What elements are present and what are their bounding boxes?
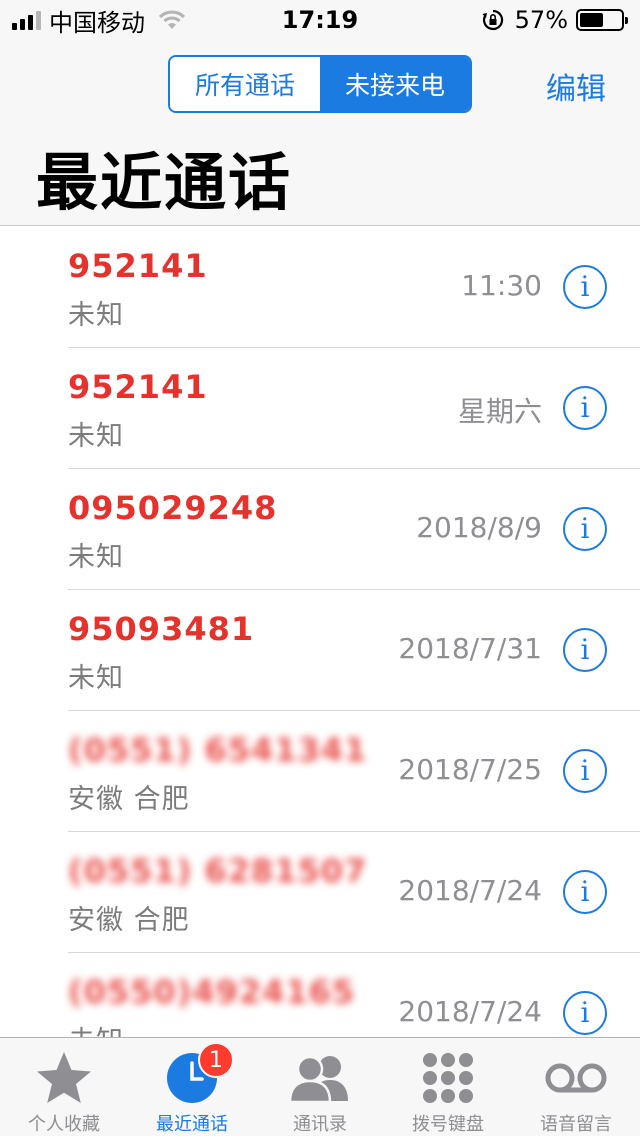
info-icon[interactable]: i — [563, 265, 607, 309]
info-icon[interactable]: i — [563, 870, 607, 914]
call-row[interactable]: 952141 未知 星期六 i — [0, 348, 640, 469]
tab-bar: 个人收藏 1 最近通话 通讯录 拨号键盘 语音留言 — [0, 1037, 640, 1136]
info-icon[interactable]: i — [563, 628, 607, 672]
segment-missed-calls[interactable]: 未接来电 — [320, 57, 470, 111]
call-time: 2018/7/24 — [398, 874, 542, 907]
tab-label: 最近通话 — [156, 1114, 228, 1135]
call-time: 2018/7/24 — [398, 995, 542, 1028]
call-row[interactable]: 952141 未知 11:30 i — [0, 227, 640, 348]
tab-recents[interactable]: 1 最近通话 — [128, 1038, 256, 1136]
call-filter-segmented-control: 所有通话 未接来电 — [168, 55, 472, 113]
call-time: 2018/7/25 — [398, 753, 542, 786]
caller-location: 未知 — [68, 1019, 124, 1037]
call-row[interactable]: 95093481 未知 2018/7/31 i — [0, 590, 640, 711]
call-row[interactable]: (0551) 6281507 安徽 合肥 2018/7/24 i — [0, 832, 640, 953]
info-icon[interactable]: i — [563, 507, 607, 551]
caller-location: 未知 — [68, 542, 124, 573]
recent-calls-list: 952141 未知 11:30 i 952141 未知 星期六 i 095029… — [0, 227, 640, 1037]
caller-number: (0550)4924165 — [68, 973, 356, 1011]
caller-number: (0551) 6541341 — [68, 731, 368, 769]
tab-label: 拨号键盘 — [412, 1114, 484, 1135]
caller-number: 952141 — [68, 247, 208, 285]
caller-location: 未知 — [68, 421, 124, 452]
contacts-icon — [288, 1048, 352, 1108]
status-right: 57% — [481, 6, 628, 34]
info-icon[interactable]: i — [563, 991, 607, 1035]
caller-number: 95093481 — [68, 610, 255, 648]
voicemail-icon — [544, 1048, 608, 1108]
tab-label: 语音留言 — [540, 1114, 612, 1135]
status-bar: 中国移动 17:19 57% — [0, 0, 640, 40]
caller-number: 952141 — [68, 368, 208, 406]
caller-location: 未知 — [68, 300, 124, 331]
battery-percent: 57% — [514, 6, 568, 34]
call-time: 2018/8/9 — [416, 511, 542, 544]
nav-header: 所有通话 未接来电 编辑 最近通话 — [0, 40, 640, 226]
clock-icon: 1 — [160, 1042, 234, 1108]
caller-number: (0551) 6281507 — [68, 852, 368, 890]
call-row[interactable]: (0550)4924165 未知 2018/7/24 i — [0, 953, 640, 1037]
tab-contacts[interactable]: 通讯录 — [256, 1038, 384, 1136]
call-time: 2018/7/31 — [398, 632, 542, 665]
call-row[interactable]: 095029248 未知 2018/8/9 i — [0, 469, 640, 590]
keypad-icon — [416, 1048, 480, 1108]
rotation-lock-icon — [482, 9, 503, 31]
call-row[interactable]: (0551) 6541341 安徽 合肥 2018/7/25 i — [0, 711, 640, 832]
caller-number: 095029248 — [68, 489, 278, 527]
page-title: 最近通话 — [36, 146, 293, 219]
call-time: 星期六 — [457, 395, 542, 428]
edit-button[interactable]: 编辑 — [546, 64, 606, 108]
caller-location: 安徽 合肥 — [68, 905, 190, 936]
call-time: 11:30 — [461, 269, 542, 302]
tab-label: 通讯录 — [293, 1114, 347, 1135]
info-icon[interactable]: i — [563, 386, 607, 430]
info-icon[interactable]: i — [563, 749, 607, 793]
tab-label: 个人收藏 — [28, 1114, 100, 1135]
missed-calls-badge: 1 — [198, 1042, 234, 1078]
tab-voicemail[interactable]: 语音留言 — [512, 1038, 640, 1136]
caller-location: 安徽 合肥 — [68, 784, 190, 815]
tab-favorites[interactable]: 个人收藏 — [0, 1038, 128, 1136]
segment-all-calls[interactable]: 所有通话 — [170, 57, 320, 111]
tab-keypad[interactable]: 拨号键盘 — [384, 1038, 512, 1136]
battery-icon — [576, 9, 628, 31]
caller-location: 未知 — [68, 663, 124, 694]
star-icon — [32, 1048, 96, 1108]
